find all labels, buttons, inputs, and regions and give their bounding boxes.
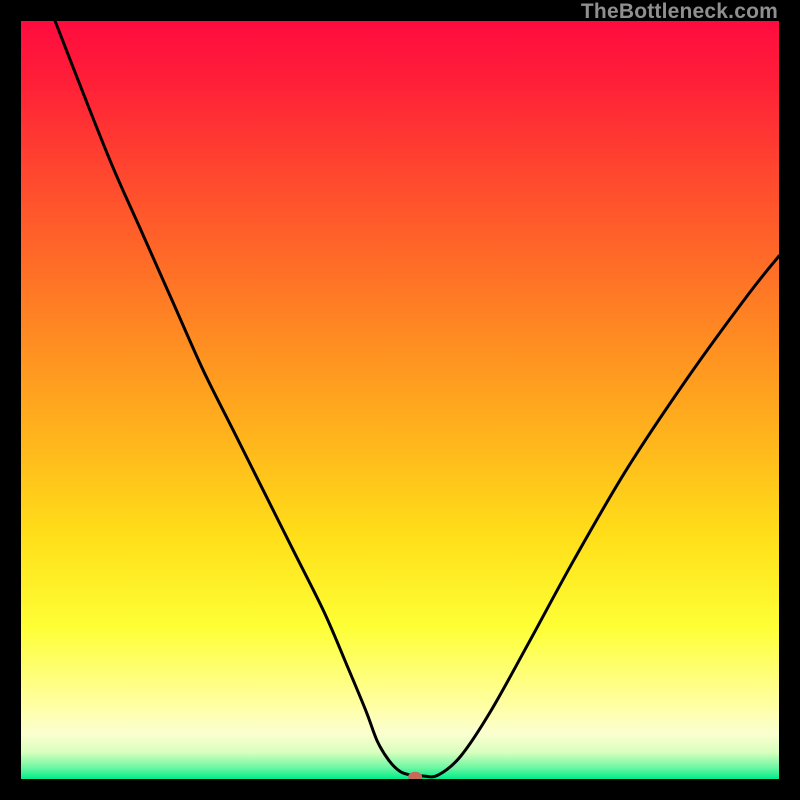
bottleneck-chart	[21, 21, 779, 779]
heat-gradient-background	[21, 21, 779, 779]
chart-svg	[21, 21, 779, 779]
chart-frame: TheBottleneck.com	[0, 0, 800, 800]
